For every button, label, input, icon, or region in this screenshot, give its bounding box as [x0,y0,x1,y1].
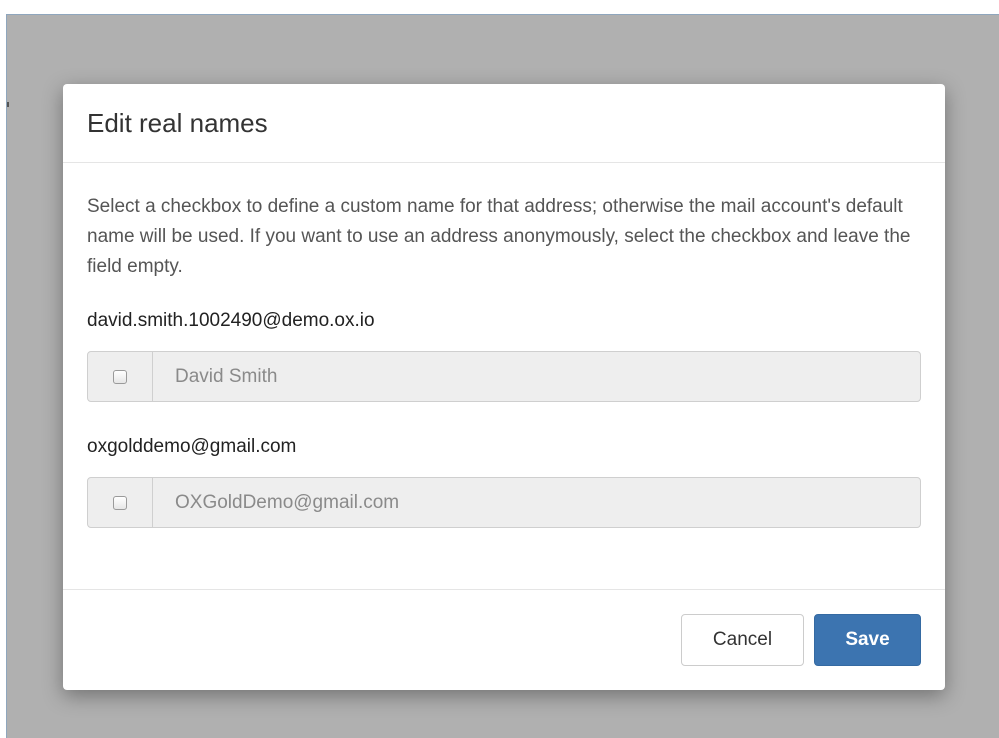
address-label-2: oxgolddemo@gmail.com [87,436,297,457]
dialog-body: Select a checkbox to define a custom nam… [63,163,945,590]
backdrop-artifact [7,102,9,107]
screen: Edit real names Select a checkbox to def… [0,0,999,738]
address-2-checkbox[interactable] [113,495,127,510]
address-1-name-input[interactable] [153,352,920,401]
dialog-footer: Cancel Save [63,590,945,689]
save-button[interactable]: Save [814,613,921,666]
cancel-button[interactable]: Cancel [681,613,804,666]
address-label-1: david.smith.1002490@demo.ox.io [87,310,375,331]
address-2-input-group [87,477,921,528]
dialog-header: Edit real names [63,84,945,163]
address-1-checkbox-addon [88,352,153,401]
address-2-name-input[interactable] [153,478,920,527]
edit-real-names-dialog: Edit real names Select a checkbox to def… [63,84,945,690]
address-1-checkbox[interactable] [113,369,127,384]
address-1-input-group [87,351,921,402]
address-2-checkbox-addon [88,478,153,527]
help-text: Select a checkbox to define a custom nam… [87,196,911,277]
dialog-title: Edit real names [87,107,268,138]
